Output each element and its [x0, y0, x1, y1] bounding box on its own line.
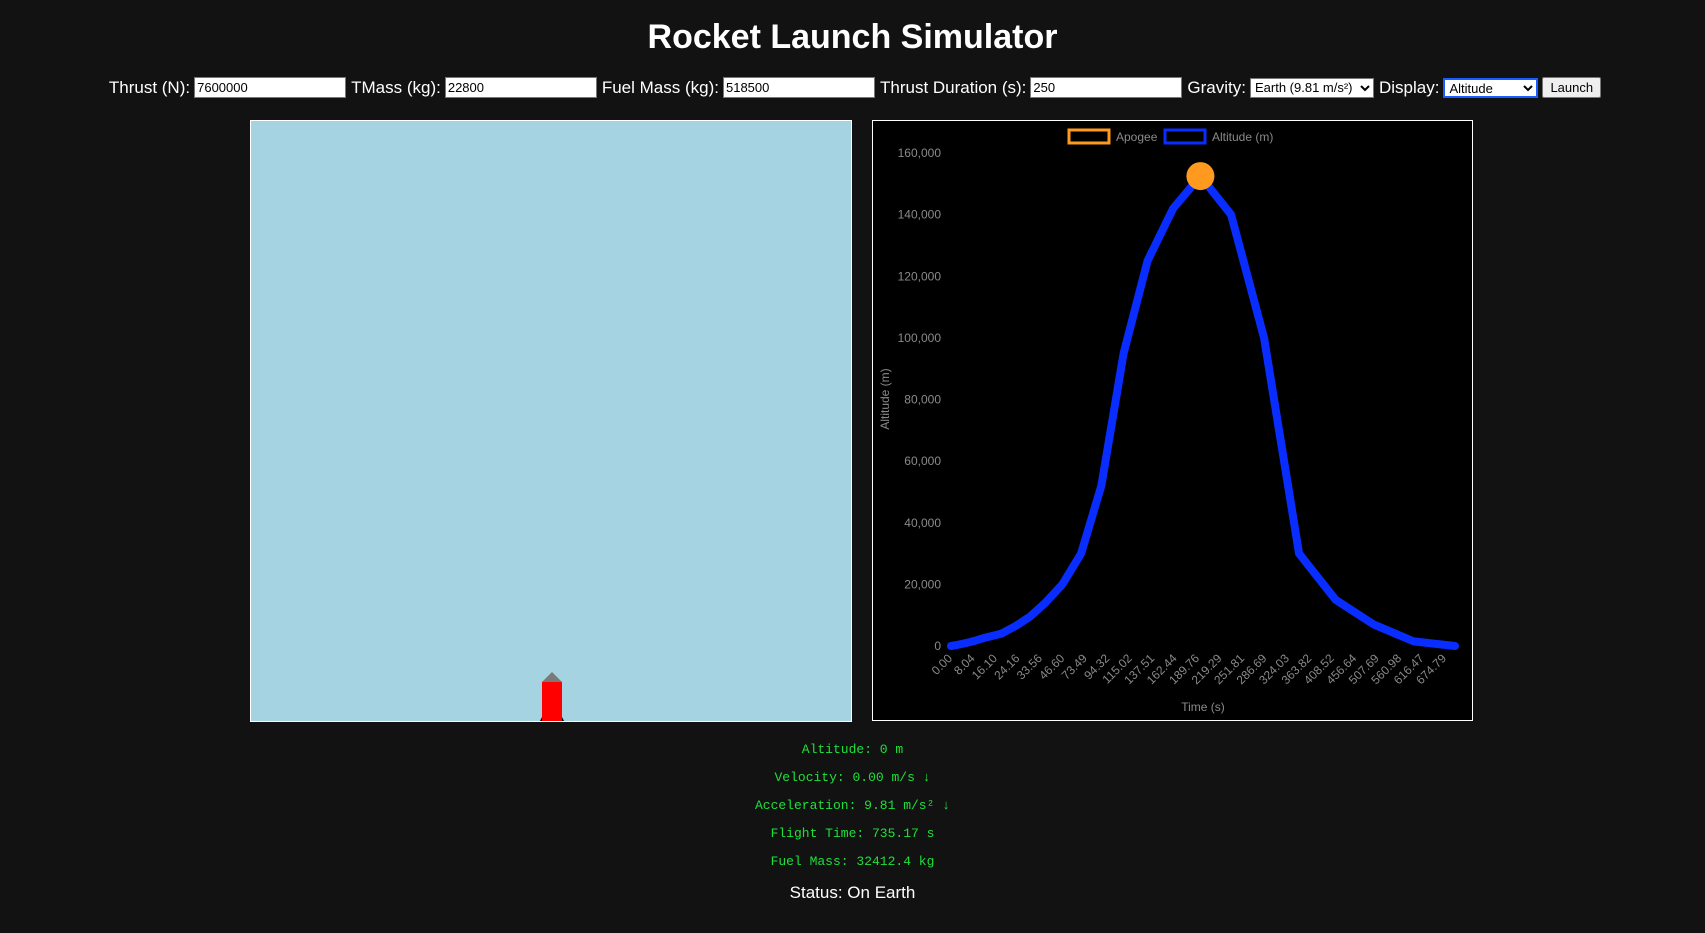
page-title: Rocket Launch Simulator [647, 18, 1058, 56]
flight-stats: Altitude: 0 m Velocity: 0.00 m/s ↓ Accel… [0, 740, 1705, 880]
altitude-point [959, 641, 965, 647]
altitude-point [1411, 638, 1417, 644]
altitude-point [998, 631, 1004, 637]
y-tick-label: 0 [934, 639, 941, 653]
legend-swatch [1067, 128, 1111, 145]
altitude-point [1098, 483, 1104, 489]
y-tick-label: 20,000 [904, 577, 941, 591]
legend-label: Apogee [1116, 130, 1158, 144]
legend-label: Altitude (m) [1212, 130, 1273, 144]
fuel-mass-input[interactable] [722, 77, 875, 98]
launch-button[interactable]: Launch [1542, 77, 1602, 98]
x-tick-label: 0.00 [929, 651, 956, 678]
y-tick-label: 100,000 [898, 331, 942, 345]
tmass-input[interactable] [444, 77, 597, 98]
gravity-select[interactable]: Earth (9.81 m/s²) [1249, 77, 1374, 98]
acceleration-readout: Acceleration: 9.81 m/s² ↓ [754, 798, 951, 813]
tmass-label: TMass (kg): [351, 77, 441, 97]
altitude-point [1333, 597, 1339, 603]
y-tick-label: 140,000 [898, 208, 942, 222]
legend-swatch [1163, 128, 1207, 145]
flight-time-readout: Flight Time: 735.17 s [770, 826, 935, 841]
fuel-mass-label: Fuel Mass (kg): [601, 77, 719, 97]
altitude-point [965, 640, 971, 646]
thrust-duration-input[interactable] [1030, 77, 1183, 98]
y-tick-label: 60,000 [904, 454, 941, 468]
thrust-label: Thrust (N): [108, 77, 191, 97]
altitude-point [1228, 212, 1234, 218]
y-tick-label: 40,000 [904, 516, 941, 530]
altitude-point [1170, 205, 1176, 211]
altitude-point [971, 638, 977, 644]
altitude-chart: 0 20,000 40,000 60,000 80,000 100,000 120,000 1… [872, 120, 1473, 721]
velocity-readout: Velocity: 0.00 m/s ↓ [774, 770, 931, 785]
altitude-point [1371, 621, 1377, 627]
rocket-fin [540, 717, 542, 721]
altitude-chart-svg: 0 20,000 40,000 60,000 80,000 100,000 120,000 1… [878, 128, 1459, 714]
altitude-readout: Altitude: 0 m [801, 742, 904, 757]
altitude-point [1027, 614, 1033, 620]
altitude-point [1078, 551, 1084, 557]
display-label: Display: [1378, 77, 1440, 97]
altitude-point [1042, 600, 1048, 606]
apogee-point [1186, 162, 1215, 191]
altitude-point [980, 635, 986, 641]
altitude-point [1121, 350, 1127, 356]
gravity-label: Gravity: [1187, 77, 1246, 97]
rocket [540, 672, 564, 721]
y-tick-label: 160,000 [898, 146, 942, 160]
thrust-duration-label: Thrust Duration (s): [879, 77, 1027, 97]
control-panel: Thrust (N): TMass (kg): Fuel Mass (kg): … [0, 77, 1705, 98]
altitude-point [948, 643, 954, 649]
status-text: Status: On Earth [789, 883, 916, 902]
altitude-line [947, 172, 1459, 650]
x-axis-title: Time (s) [1181, 700, 1225, 714]
thrust-input[interactable] [194, 77, 347, 98]
altitude-point [1296, 551, 1302, 557]
altitude-point [1452, 643, 1458, 649]
fuel-mass-readout: Fuel Mass: 32412.4 kg [770, 854, 935, 869]
altitude-point [1059, 581, 1065, 587]
y-tick-label: 120,000 [898, 269, 942, 283]
rocket-fin [562, 717, 564, 721]
y-tick-label: 80,000 [904, 393, 941, 407]
y-axis-title: Altitude (m) [878, 368, 892, 429]
altitude-point [954, 642, 960, 648]
altitude-point [1013, 623, 1019, 629]
simulation-canvas [250, 120, 852, 722]
rocket-nose [542, 672, 562, 682]
rocket-body [542, 682, 562, 721]
altitude-point [1261, 335, 1267, 341]
altitude-point [1145, 258, 1151, 264]
display-select[interactable]: Altitude [1443, 77, 1539, 98]
